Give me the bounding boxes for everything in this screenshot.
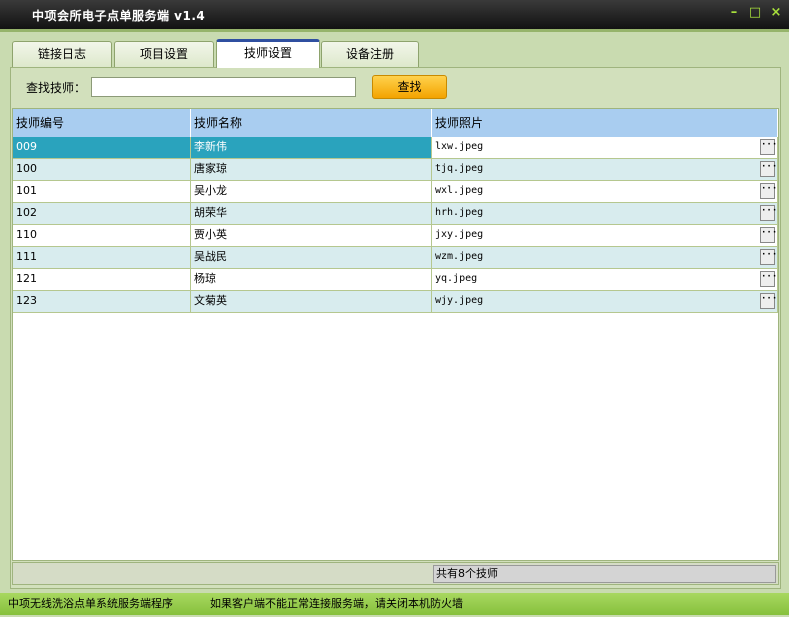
technician-photo-cell-text: hrh.jpeg <box>435 207 484 218</box>
technician-id-cell[interactable]: 111 <box>13 247 191 269</box>
browse-photo-button[interactable]: ··· <box>760 183 777 199</box>
close-icon[interactable]: × <box>768 5 784 21</box>
technician-id-cell-text: 100 <box>16 162 37 175</box>
technician-photo-cell[interactable]: yq.jpeg ··· <box>432 269 778 291</box>
technician-photo-cell[interactable]: wzm.jpeg ··· <box>432 247 778 269</box>
technician-id-cell[interactable]: 100 <box>13 159 191 181</box>
technician-id-cell-text: 009 <box>16 140 37 153</box>
tab-connection-log[interactable]: 链接日志 <box>12 41 112 67</box>
column-header-photo[interactable]: 技师照片 <box>432 109 778 137</box>
technician-photo-cell[interactable]: lxw.jpeg ··· <box>432 137 778 159</box>
table-row[interactable]: 009 李新伟 lxw.jpeg ··· <box>13 137 778 159</box>
technician-photo-cell[interactable]: hrh.jpeg ··· <box>432 203 778 225</box>
table-footer: 共有8个技师 <box>12 562 779 585</box>
technician-id-cell-text: 101 <box>16 184 37 197</box>
technician-photo-cell-text: wxl.jpeg <box>435 185 484 196</box>
technician-name-cell-text: 文菊英 <box>194 294 227 307</box>
search-input[interactable] <box>91 77 356 97</box>
technician-name-cell-text: 吴战民 <box>194 250 227 263</box>
column-header-name[interactable]: 技师名称 <box>191 109 432 137</box>
technician-table: 技师编号 技师名称 技师照片 009 李新伟 lxw.jpeg ··· 100 唐家琼 tj… <box>12 108 779 561</box>
status-bar: 中项无线洗浴点单系统服务端程序 如果客户端不能正常连接服务端，请关闭本机防火墙 <box>0 593 789 615</box>
table-row[interactable]: 121 杨琼 yq.jpeg ··· <box>13 269 778 291</box>
technician-name-cell-text: 胡荣华 <box>194 206 227 219</box>
search-button[interactable]: 查找 <box>372 75 447 99</box>
search-label: 查找技师： <box>26 81 87 95</box>
technician-id-cell[interactable]: 102 <box>13 203 191 225</box>
technician-photo-cell-text: yq.jpeg <box>435 273 478 284</box>
technician-photo-cell-text: lxw.jpeg <box>435 141 484 152</box>
browse-photo-button[interactable]: ··· <box>760 139 777 155</box>
browse-photo-button[interactable]: ··· <box>760 161 777 177</box>
technician-name-cell[interactable]: 胡荣华 <box>191 203 432 225</box>
table-row[interactable]: 102 胡荣华 hrh.jpeg ··· <box>13 203 778 225</box>
technician-name-cell[interactable]: 李新伟 <box>191 137 432 159</box>
technician-photo-cell-text: wzm.jpeg <box>435 251 484 262</box>
table-row[interactable]: 123 文菊英 wjy.jpeg ··· <box>13 291 778 313</box>
technician-name-cell-text: 吴小龙 <box>194 184 227 197</box>
browse-photo-button[interactable]: ··· <box>760 271 777 287</box>
technician-photo-cell-text: tjq.jpeg <box>435 163 484 174</box>
tab-device-registration[interactable]: 设备注册 <box>321 41 419 67</box>
technician-photo-cell[interactable]: wjy.jpeg ··· <box>432 291 778 313</box>
technician-name-cell-text: 贾小英 <box>194 228 227 241</box>
technician-name-cell-text: 李新伟 <box>194 140 227 153</box>
table-row[interactable]: 101 吴小龙 wxl.jpeg ··· <box>13 181 778 203</box>
technician-id-cell[interactable]: 121 <box>13 269 191 291</box>
technician-id-cell-text: 123 <box>16 294 37 307</box>
browse-photo-button[interactable]: ··· <box>760 293 777 309</box>
technician-id-cell-text: 121 <box>16 272 37 285</box>
technician-name-cell[interactable]: 贾小英 <box>191 225 432 247</box>
maximize-icon[interactable]: □ <box>747 5 763 21</box>
technician-id-cell[interactable]: 101 <box>13 181 191 203</box>
browse-photo-button[interactable]: ··· <box>760 227 777 243</box>
table-row[interactable]: 110 贾小英 jxy.jpeg ··· <box>13 225 778 247</box>
main-window: 中项会所电子点单服务端 v1.4 – □ × 链接日志 项目设置 技师设置 设备… <box>0 0 789 617</box>
technician-name-cell[interactable]: 杨琼 <box>191 269 432 291</box>
title-bar[interactable]: 中项会所电子点单服务端 v1.4 – □ × <box>0 0 789 29</box>
browse-photo-button[interactable]: ··· <box>760 205 777 221</box>
technician-photo-cell[interactable]: wxl.jpeg ··· <box>432 181 778 203</box>
tab-project-settings[interactable]: 项目设置 <box>114 41 214 67</box>
minimize-icon[interactable]: – <box>726 5 742 21</box>
technician-name-cell[interactable]: 吴战民 <box>191 247 432 269</box>
table-row[interactable]: 100 唐家琼 tjq.jpeg ··· <box>13 159 778 181</box>
technician-photo-cell-text: wjy.jpeg <box>435 295 484 306</box>
technician-name-cell[interactable]: 吴小龙 <box>191 181 432 203</box>
browse-photo-button[interactable]: ··· <box>760 249 777 265</box>
technician-id-cell-text: 111 <box>16 250 37 263</box>
technician-id-cell[interactable]: 123 <box>13 291 191 313</box>
technician-name-cell[interactable]: 文菊英 <box>191 291 432 313</box>
technician-name-cell[interactable]: 唐家琼 <box>191 159 432 181</box>
technician-count: 共有8个技师 <box>433 565 776 583</box>
technician-id-cell-text: 102 <box>16 206 37 219</box>
column-header-id[interactable]: 技师编号 <box>13 109 191 137</box>
window-title: 中项会所电子点单服务端 v1.4 <box>32 9 206 23</box>
technician-id-cell[interactable]: 110 <box>13 225 191 247</box>
tab-technician-settings[interactable]: 技师设置 <box>216 39 320 68</box>
technician-id-cell-text: 110 <box>16 228 37 241</box>
technician-id-cell[interactable]: 009 <box>13 137 191 159</box>
table-row[interactable]: 111 吴战民 wzm.jpeg ··· <box>13 247 778 269</box>
technician-photo-cell[interactable]: jxy.jpeg ··· <box>432 225 778 247</box>
technician-photo-cell-text: jxy.jpeg <box>435 229 484 240</box>
technician-name-cell-text: 唐家琼 <box>194 162 227 175</box>
status-firewall-hint: 如果客户端不能正常连接服务端，请关闭本机防火墙 <box>210 597 463 610</box>
technician-name-cell-text: 杨琼 <box>194 272 216 285</box>
title-bar-divider <box>0 29 789 32</box>
status-app-name: 中项无线洗浴点单系统服务端程序 <box>8 597 173 610</box>
technician-photo-cell[interactable]: tjq.jpeg ··· <box>432 159 778 181</box>
